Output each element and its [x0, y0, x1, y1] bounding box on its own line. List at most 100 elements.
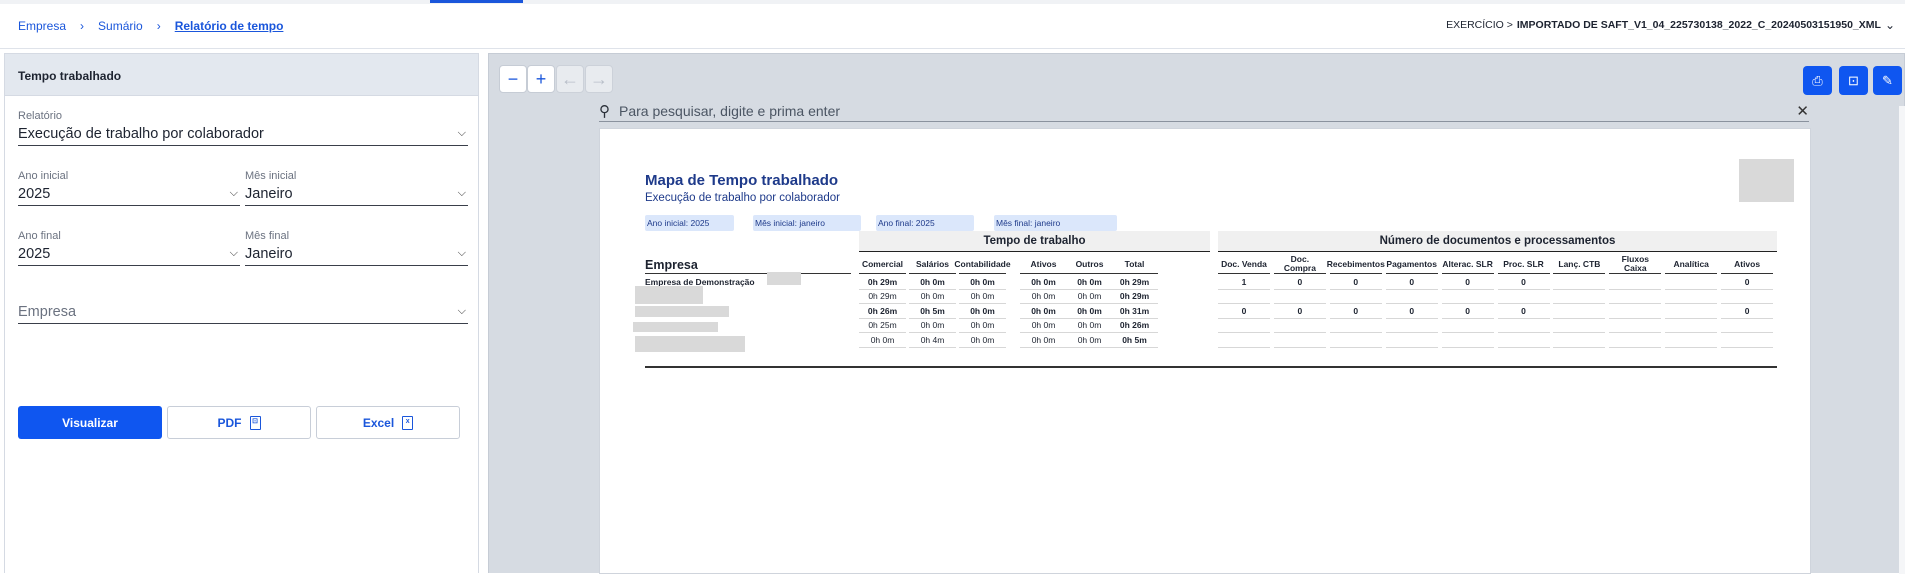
- report-search[interactable]: ⚲ Para pesquisar, digite e prima enter ✕: [599, 100, 1809, 122]
- time-cell: 0h 29m: [1111, 289, 1158, 304]
- previous-page-button[interactable]: ←: [556, 65, 584, 93]
- doc-cell: 0: [1497, 275, 1550, 290]
- doc-cell: [1441, 318, 1494, 333]
- arrow-right-icon: →: [590, 68, 608, 89]
- doc-cell: [1721, 333, 1774, 348]
- redacted-name: [635, 336, 745, 352]
- ano-inicial-select[interactable]: Ano inicial 2025 ⌵: [18, 170, 240, 206]
- doc-column-header: Ativos: [1721, 255, 1774, 274]
- zoom-out-button[interactable]: −: [499, 65, 527, 93]
- doc-column-header: Doc. Venda: [1218, 255, 1270, 274]
- breadcrumb-sumario[interactable]: Sumário: [98, 19, 143, 33]
- mes-inicial-select[interactable]: Mês inicial Janeiro ⌵: [245, 170, 468, 206]
- edit-button[interactable]: ✎: [1873, 66, 1902, 95]
- empresa-placeholder: Empresa: [18, 304, 77, 320]
- redacted-name: [767, 272, 801, 285]
- time-cell: 0h 31m: [1111, 304, 1158, 319]
- doc-cell: [1441, 289, 1494, 304]
- doc-cell: [1385, 318, 1438, 333]
- doc-column-header: Recebimentos: [1327, 255, 1385, 274]
- doc-cell: 0: [1218, 304, 1270, 319]
- time-cell: 0h 0m: [1020, 275, 1067, 290]
- ano-inicial-value: 2025: [18, 186, 51, 202]
- doc-cell: [1329, 333, 1382, 348]
- doc-cell: 0: [1721, 304, 1774, 319]
- time-cell: 0h 26m: [1111, 318, 1158, 333]
- report-viewer: − + ← → ⎙ ⊡ ✎ ⚲ Para pesquisar, digite e…: [488, 53, 1905, 574]
- vertical-scrollbar[interactable]: [1899, 106, 1905, 574]
- doc-cell: 0: [1497, 304, 1550, 319]
- doc-cell: [1497, 318, 1550, 333]
- filter-chip: Mês final: janeiro: [994, 215, 1117, 231]
- excel-file-icon: x: [402, 415, 414, 430]
- close-icon[interactable]: ✕: [1796, 102, 1809, 120]
- excel-button[interactable]: Excel x: [316, 406, 460, 439]
- doc-cell: [1441, 333, 1494, 348]
- time-cell: 0h 0m: [1020, 318, 1067, 333]
- zoom-in-button[interactable]: +: [527, 65, 555, 93]
- doc-cell: [1553, 304, 1606, 319]
- time-cell: 0h 0m: [859, 333, 906, 348]
- doc-cell: 0: [1721, 275, 1774, 290]
- visualizar-button[interactable]: Visualizar: [18, 406, 162, 439]
- time-cell: 0h 0m: [1066, 289, 1113, 304]
- doc-column-header: Analítica: [1665, 255, 1718, 274]
- pdf-button[interactable]: PDF ⊡: [167, 406, 311, 439]
- doc-cell: 0: [1273, 304, 1326, 319]
- relatorio-label: Relatório: [18, 110, 63, 122]
- doc-cell: [1665, 333, 1718, 348]
- time-cell: 0h 29m: [859, 275, 906, 290]
- time-column-header: Comercial: [859, 255, 906, 274]
- chevron-down-icon: ⌵: [229, 187, 238, 199]
- export-pdf-button[interactable]: ⊡: [1839, 66, 1868, 95]
- time-cell: 0h 0m: [909, 289, 956, 304]
- time-cell: 0h 0m: [1066, 275, 1113, 290]
- doc-column-header: Proc. SLR: [1497, 255, 1550, 274]
- chevron-down-icon: ⌵: [229, 247, 238, 259]
- breadcrumb-empresa[interactable]: Empresa: [18, 19, 66, 33]
- doc-cell: [1609, 333, 1662, 348]
- doc-cell: [1497, 289, 1550, 304]
- ano-inicial-label: Ano inicial: [18, 170, 69, 182]
- active-tab-indicator: [430, 0, 523, 3]
- ano-final-value: 2025: [18, 246, 51, 262]
- doc-column-header: Lanç. CTB: [1553, 255, 1606, 274]
- time-cell: 0h 0m: [959, 275, 1006, 290]
- ano-final-select[interactable]: Ano final 2025 ⌵: [18, 230, 240, 266]
- exercise-selector[interactable]: EXERCÍCIO > IMPORTADO DE SAFT_V1_04_2257…: [1446, 18, 1895, 32]
- doc-cell: [1218, 318, 1270, 333]
- doc-cell: [1665, 275, 1718, 290]
- time-cell: 0h 0m: [1066, 304, 1113, 319]
- time-cell: 0h 29m: [1111, 275, 1158, 290]
- mes-final-select[interactable]: Mês final Janeiro ⌵: [245, 230, 468, 266]
- filter-chip: Mês inicial: janeiro: [753, 215, 861, 231]
- time-cell: 0h 0m: [909, 318, 956, 333]
- breadcrumb-relatorio-tempo[interactable]: Relatório de tempo: [175, 19, 284, 33]
- doc-cell: [1329, 289, 1382, 304]
- relatorio-select[interactable]: Relatório Execução de trabalho por colab…: [18, 110, 468, 146]
- time-cell: 0h 0m: [959, 289, 1006, 304]
- doc-column-header: Fluxos Caixa: [1609, 255, 1662, 274]
- relatorio-value: Execução de trabalho por colaborador: [18, 126, 264, 142]
- time-cell: 0h 0m: [1020, 289, 1067, 304]
- chevron-down-icon: ⌵: [457, 247, 466, 259]
- mes-inicial-value: Janeiro: [245, 186, 293, 202]
- group-header-tempo: Tempo de trabalho: [859, 231, 1210, 252]
- time-column-header: Ativos: [1020, 255, 1067, 274]
- print-button[interactable]: ⎙: [1803, 66, 1832, 95]
- next-page-button[interactable]: →: [585, 65, 613, 93]
- doc-cell: [1329, 318, 1382, 333]
- report-title: Mapa de Tempo trabalhado: [645, 172, 839, 189]
- doc-cell: [1665, 289, 1718, 304]
- doc-cell: [1553, 333, 1606, 348]
- doc-cell: [1218, 333, 1270, 348]
- arrow-left-icon: ←: [561, 68, 579, 89]
- mes-inicial-label: Mês inicial: [245, 170, 297, 182]
- time-column-header: Salários: [909, 255, 956, 274]
- doc-cell: 0: [1273, 275, 1326, 290]
- edit-icon: ✎: [1882, 72, 1893, 88]
- empresa-select[interactable]: Empresa ⌵: [18, 300, 468, 324]
- time-cell: 0h 0m: [909, 275, 956, 290]
- doc-cell: [1721, 318, 1774, 333]
- time-cell: 0h 4m: [909, 333, 956, 348]
